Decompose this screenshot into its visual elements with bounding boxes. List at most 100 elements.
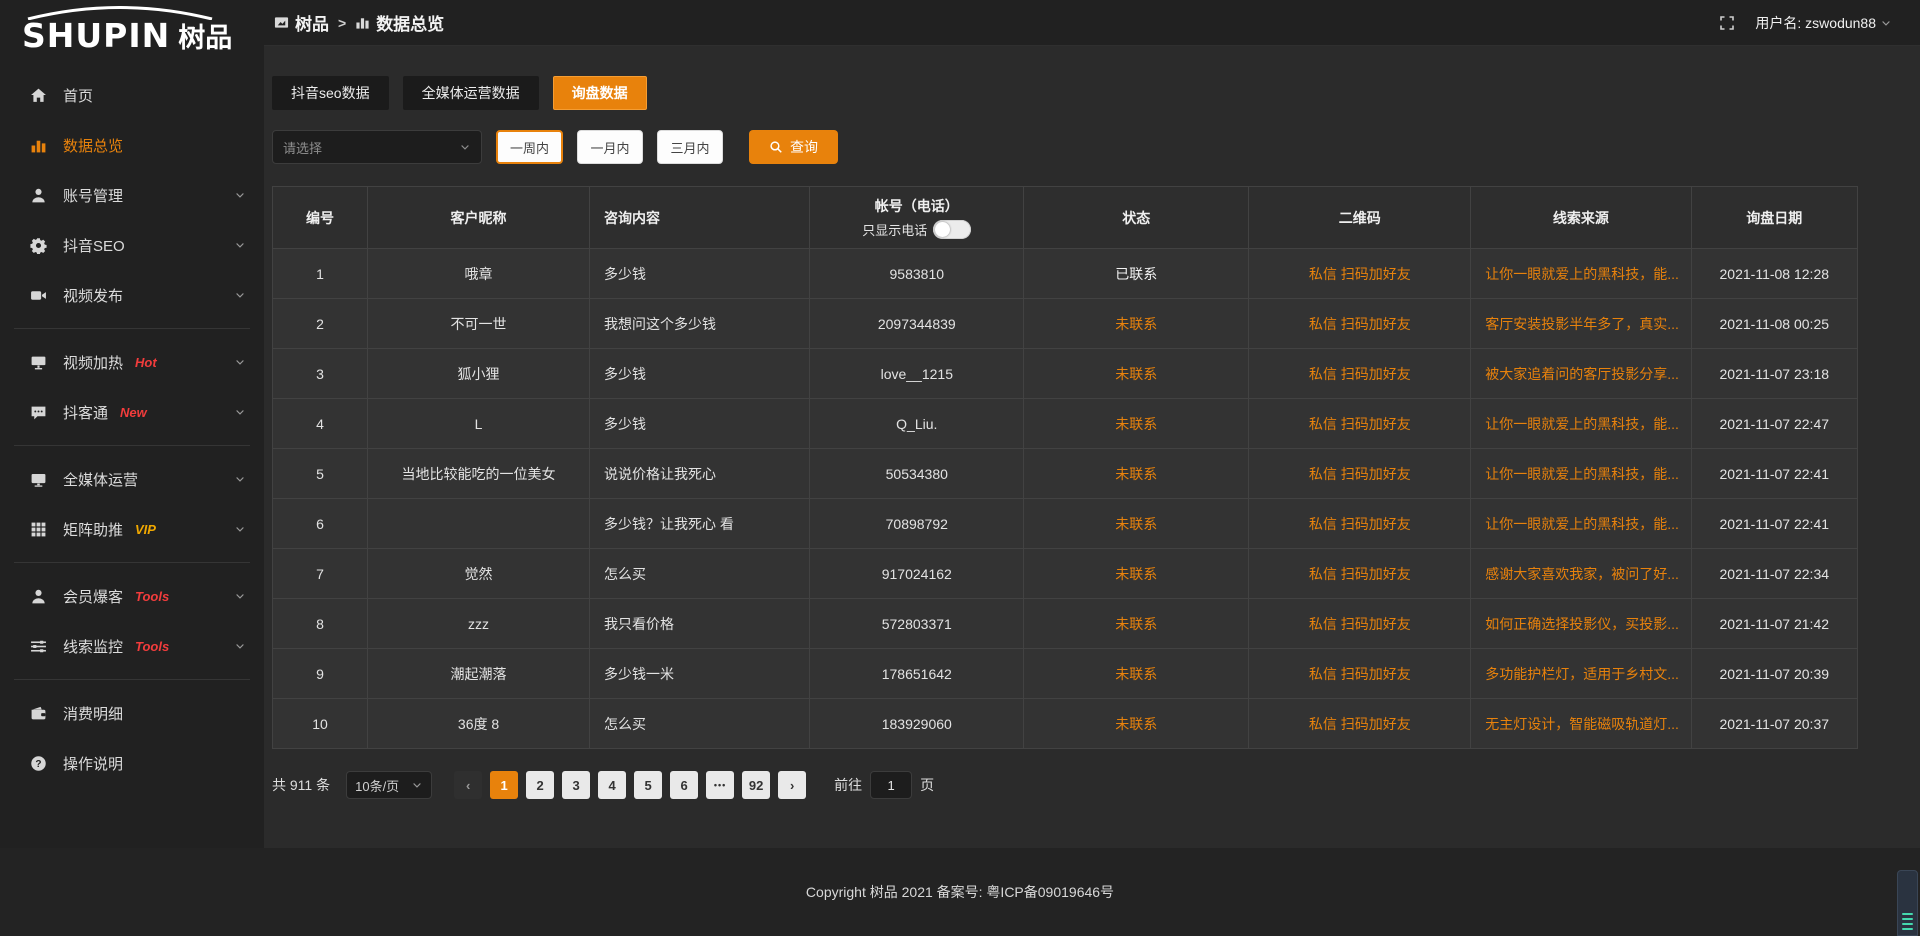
status-badge: 未联系 [1024, 399, 1249, 449]
page-button-4[interactable]: 4 [598, 771, 626, 799]
qr-links[interactable]: 私信 扫码加好友 [1249, 699, 1471, 749]
chevron-down-icon [234, 239, 246, 251]
qr-links[interactable]: 私信 扫码加好友 [1249, 499, 1471, 549]
qr-links[interactable]: 私信 扫码加好友 [1249, 649, 1471, 699]
sidebar-item-matrix-boost[interactable]: 矩阵助推 VIP [0, 504, 264, 554]
goto-page-input[interactable] [870, 771, 912, 799]
goto-suffix: 页 [920, 775, 934, 795]
sidebar-item-douyin-seo[interactable]: 抖音SEO [0, 220, 264, 270]
account-select[interactable]: 请选择 [272, 130, 482, 164]
source-link[interactable]: 让你一眼就爱上的黑科技，能... [1471, 499, 1691, 549]
logo-text-cn: 树品 [178, 25, 232, 52]
phone-only-toggle[interactable] [933, 220, 971, 239]
cell-content: 怎么买 [589, 699, 809, 749]
sidebar-item-omni-media[interactable]: 全媒体运营 [0, 454, 264, 504]
sidebar-item-label: 数据总览 [63, 135, 123, 156]
period-one-month-button[interactable]: 一月内 [577, 130, 643, 164]
page-size-select[interactable]: 10条/页 [346, 771, 432, 799]
cell-content: 我想问这个多少钱 [589, 299, 809, 349]
qr-links[interactable]: 私信 扫码加好友 [1249, 349, 1471, 399]
qr-links[interactable]: 私信 扫码加好友 [1249, 249, 1471, 299]
period-three-months-button[interactable]: 三月内 [657, 130, 723, 164]
sidebar-item-clue-monitor[interactable]: 线索监控 Tools [0, 621, 264, 671]
cell-content: 多少钱 [589, 249, 809, 299]
chat-bubble-icon [30, 404, 47, 421]
source-link[interactable]: 多功能护栏灯，适用于乡村文... [1471, 649, 1691, 699]
cell-account: 2097344839 [810, 299, 1024, 349]
user-menu[interactable]: 用户名: zswodun88 [1755, 13, 1892, 33]
qr-links[interactable]: 私信 扫码加好友 [1249, 599, 1471, 649]
table-row: 7 觉然 怎么买 917024162 未联系 私信 扫码加好友 感谢大家喜欢我家… [273, 549, 1858, 599]
breadcrumb-home[interactable]: 树品 [274, 10, 329, 35]
source-link[interactable]: 被大家追着问的客厅投影分享... [1471, 349, 1691, 399]
breadcrumb: 树品 > 数据总览 [274, 10, 444, 35]
sidebar-item-help[interactable]: ? 操作说明 [0, 738, 264, 788]
phone-toggle-label: 只显示电话 [862, 220, 927, 239]
chevron-down-icon [411, 779, 423, 791]
cell-date: 2021-11-07 20:37 [1691, 699, 1857, 749]
next-page-button[interactable]: › [778, 771, 806, 799]
breadcrumb-separator: > [338, 15, 346, 31]
page-button-2[interactable]: 2 [526, 771, 554, 799]
app-logo[interactable]: SHUPIN 树品 [0, 0, 264, 58]
sidebar-item-doketong[interactable]: 抖客通 New [0, 387, 264, 437]
source-link[interactable]: 无主灯设计，智能磁吸轨道灯... [1471, 699, 1691, 749]
tab-douyin-seo-data[interactable]: 抖音seo数据 [272, 76, 389, 110]
tools-badge: Tools [135, 589, 169, 604]
source-link[interactable]: 如何正确选择投影仪，买投影... [1471, 599, 1691, 649]
more-pages-button[interactable]: ••• [706, 771, 734, 799]
source-link[interactable]: 让你一眼就爱上的黑科技，能... [1471, 249, 1691, 299]
tab-omni-media-data[interactable]: 全媒体运营数据 [403, 76, 539, 110]
cell-date: 2021-11-07 22:41 [1691, 499, 1857, 549]
sidebar-item-video-heat[interactable]: 视频加热 Hot [0, 337, 264, 387]
cell-account: Q_Liu. [810, 399, 1024, 449]
breadcrumb-current[interactable]: 数据总览 [355, 10, 444, 35]
cell-nickname: 潮起潮落 [368, 649, 590, 699]
page-button-3[interactable]: 3 [562, 771, 590, 799]
sidebar-item-data-overview[interactable]: 数据总览 [0, 120, 264, 170]
sidebar-item-label: 首页 [63, 85, 93, 106]
cell-date: 2021-11-07 22:47 [1691, 399, 1857, 449]
qr-links[interactable]: 私信 扫码加好友 [1249, 299, 1471, 349]
status-badge: 未联系 [1024, 349, 1249, 399]
bar-chart-icon [355, 15, 370, 30]
qr-links[interactable]: 私信 扫码加好友 [1249, 399, 1471, 449]
period-one-week-button[interactable]: 一周内 [496, 130, 563, 164]
page-button-5[interactable]: 5 [634, 771, 662, 799]
qr-links[interactable]: 私信 扫码加好友 [1249, 449, 1471, 499]
fullscreen-icon[interactable] [1719, 15, 1735, 31]
wallet-icon [30, 705, 47, 722]
cell-content: 我只看价格 [589, 599, 809, 649]
sidebar-item-consumption-detail[interactable]: 消费明细 [0, 688, 264, 738]
menu-divider [14, 445, 250, 446]
floating-widget[interactable] [1897, 870, 1918, 936]
search-button[interactable]: 查询 [749, 130, 838, 164]
qr-links[interactable]: 私信 扫码加好友 [1249, 549, 1471, 599]
sidebar-item-video-publish[interactable]: 视频发布 [0, 270, 264, 320]
table-row: 1 哦章 多少钱 9583810 已联系 私信 扫码加好友 让你一眼就爱上的黑科… [273, 249, 1858, 299]
source-link[interactable]: 客厅安装投影半年多了，真实... [1471, 299, 1691, 349]
cell-nickname: 哦章 [368, 249, 590, 299]
tab-inquiry-data[interactable]: 询盘数据 [553, 76, 647, 110]
cell-no: 4 [273, 399, 368, 449]
cell-no: 2 [273, 299, 368, 349]
page-button-6[interactable]: 6 [670, 771, 698, 799]
col-header-content: 咨询内容 [589, 187, 809, 249]
page-button-92[interactable]: 92 [742, 771, 770, 799]
page-button-1[interactable]: 1 [490, 771, 518, 799]
cell-no: 8 [273, 599, 368, 649]
table-row: 9 潮起潮落 多少钱一米 178651642 未联系 私信 扫码加好友 多功能护… [273, 649, 1858, 699]
cell-no: 6 [273, 499, 368, 549]
question-circle-icon: ? [30, 755, 47, 772]
user-icon [30, 187, 47, 204]
chevron-down-icon [234, 189, 246, 201]
data-tabs: 抖音seo数据 全媒体运营数据 询盘数据 [272, 76, 1858, 110]
prev-page-button[interactable]: ‹ [454, 771, 482, 799]
bar-chart-icon [30, 137, 47, 154]
source-link[interactable]: 感谢大家喜欢我家，被问了好... [1471, 549, 1691, 599]
source-link[interactable]: 让你一眼就爱上的黑科技，能... [1471, 449, 1691, 499]
sidebar-item-home[interactable]: 首页 [0, 70, 264, 120]
sidebar-item-account-management[interactable]: 账号管理 [0, 170, 264, 220]
source-link[interactable]: 让你一眼就爱上的黑科技，能... [1471, 399, 1691, 449]
sidebar-item-member-baoke[interactable]: 会员爆客 Tools [0, 571, 264, 621]
